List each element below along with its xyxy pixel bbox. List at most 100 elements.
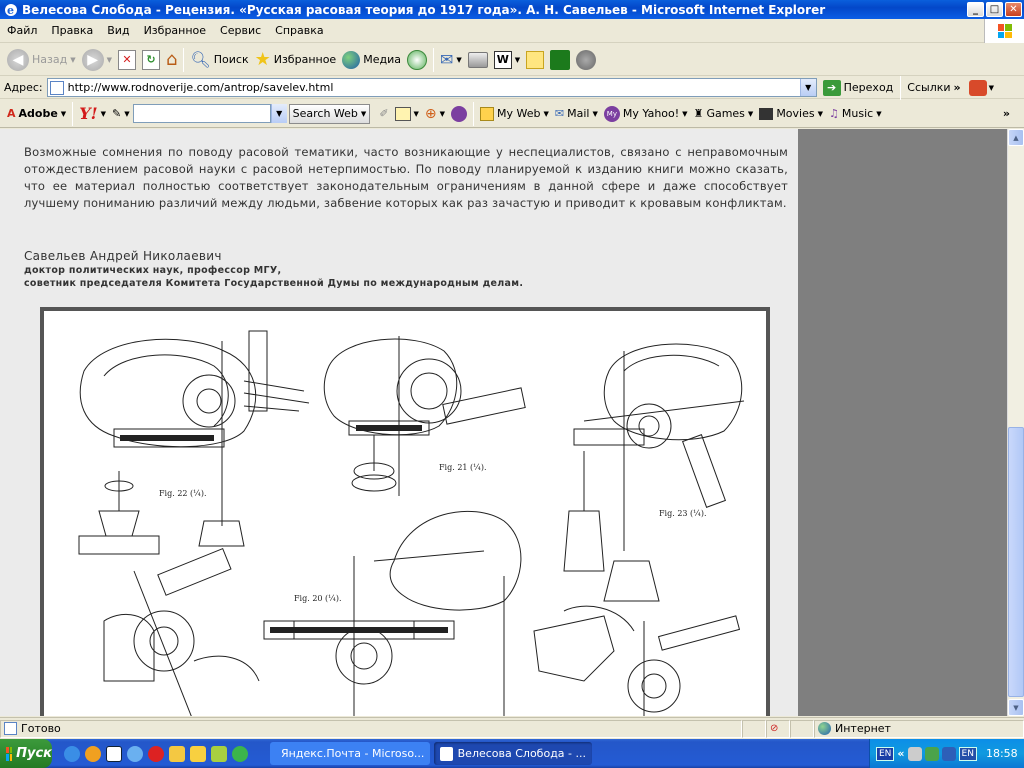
back-button[interactable]: ◀ Назад ▼: [4, 46, 79, 74]
media-player-icon[interactable]: [85, 745, 101, 762]
links-button[interactable]: Ссылки: [904, 81, 953, 94]
windows-logo-icon: [984, 19, 1024, 43]
menu-view[interactable]: Вид: [100, 24, 136, 37]
mail-button[interactable]: ✉ ▼: [437, 46, 465, 74]
refresh-icon: ↻: [142, 49, 160, 70]
article-page: Возможные сомнения по поводу расовой тем…: [0, 129, 798, 716]
tools-icon[interactable]: [190, 745, 206, 762]
stop-button[interactable]: ✕: [115, 46, 139, 74]
history-icon: [406, 49, 427, 70]
toolbar-more-chevron-icon[interactable]: »: [1003, 107, 1010, 120]
zone-text: Интернет: [835, 722, 891, 735]
ie-logo-icon: e: [5, 3, 17, 17]
yahoo-search-dropdown-icon[interactable]: ▼: [270, 104, 287, 123]
internet-globe-icon: [818, 722, 831, 735]
window-title: Велесова Слобода - Рецензия. «Русская ра…: [22, 2, 826, 17]
messenger-button[interactable]: [573, 46, 599, 74]
messenger-icon: [576, 49, 597, 70]
popup-blocked-icon[interactable]: ⊘: [766, 719, 790, 738]
forward-button[interactable]: ▶ ▼: [79, 46, 115, 74]
security-tray-icon[interactable]: [924, 746, 939, 761]
language-indicator[interactable]: EN: [876, 746, 895, 761]
svg-text:e: e: [7, 4, 14, 17]
note-icon: [526, 50, 545, 69]
go-button[interactable]: ➔ Переход: [822, 79, 898, 96]
home-button[interactable]: ⌂: [163, 46, 180, 74]
page-done-icon: [4, 722, 17, 735]
menu-favorites[interactable]: Избранное: [137, 24, 213, 37]
network-tray-icon[interactable]: [907, 746, 922, 761]
my-web-icon: [480, 106, 495, 121]
favorites-button[interactable]: ★ Избранное: [252, 46, 340, 74]
history-button[interactable]: [404, 46, 430, 74]
stop-icon: ✕: [118, 49, 136, 70]
craniometer-illustration: Fig. 22 (¼). Fig. 21 (¼). Fig. 23 (¼). F…: [40, 307, 770, 716]
my-web-button[interactable]: My Web ▼: [477, 100, 552, 128]
music-button[interactable]: ♫ Music ▼: [826, 100, 885, 128]
toolbar-extra-icon[interactable]: [968, 79, 987, 96]
title-bar[interactable]: e Велесова Слобода - Рецензия. «Русская …: [0, 0, 1024, 19]
network-icon[interactable]: [232, 745, 248, 762]
task-yandex-mail[interactable]: Яндекс.Почта - Microso...: [270, 742, 430, 765]
notes-button[interactable]: [523, 46, 547, 74]
adobe-button[interactable]: A Adobe ▼: [4, 100, 69, 128]
web-content: Возможные сомнения по поводу расовой тем…: [0, 129, 1007, 716]
edit-button[interactable]: W ▼: [491, 46, 523, 74]
menu-help[interactable]: Справка: [268, 24, 330, 37]
mail-link[interactable]: ✉ Mail ▼: [552, 100, 601, 128]
scroll-down-icon[interactable]: ▼: [1008, 699, 1024, 716]
movies-button[interactable]: Movies ▼: [756, 100, 826, 128]
word-quicklaunch-icon[interactable]: [106, 745, 122, 762]
star-icon: ★: [254, 49, 271, 70]
menu-bar: Файл Правка Вид Избранное Сервис Справка: [0, 19, 1024, 43]
search-web-button[interactable]: Search Web ▼: [288, 103, 371, 124]
keyboard-layout-indicator[interactable]: EN: [958, 746, 977, 761]
my-yahoo-button[interactable]: My My Yahoo! ▼: [601, 100, 691, 128]
address-url: http://www.rodnoverije.com/antrop/savele…: [67, 81, 334, 94]
yahoo-toolbar: A Adobe ▼ Y! ▼ ✎ ▼ ▼ Search Web ▼ ✐ ▼ ⊕ ▼ …: [0, 100, 1024, 128]
yahoo-search-input[interactable]: [132, 104, 271, 123]
minimize-button[interactable]: _: [967, 2, 984, 17]
yahoo-button[interactable]: Y! ▼: [76, 100, 109, 128]
headset-icon: [451, 105, 468, 122]
opera-icon[interactable]: [148, 745, 164, 762]
games-button[interactable]: ♜ Games ▼: [691, 100, 757, 128]
menu-file[interactable]: Файл: [0, 24, 44, 37]
search-button[interactable]: 🔍︎ Поиск: [187, 46, 251, 74]
globe-quicklaunch-icon[interactable]: [127, 745, 143, 762]
popup-blocker-button[interactable]: ▼: [392, 100, 422, 128]
scroll-thumb[interactable]: [1008, 427, 1024, 697]
tray-expand-icon[interactable]: «: [897, 747, 904, 760]
antivirus-tray-icon[interactable]: [941, 746, 956, 761]
address-dropdown-icon[interactable]: ▼: [799, 79, 816, 96]
eraser-button[interactable]: ✐: [376, 100, 391, 128]
task-velesova[interactable]: Велесова Слобода - ...: [434, 742, 592, 765]
maximize-button[interactable]: □: [986, 2, 1003, 17]
figure-caption-22: Fig. 22 (¼).: [159, 489, 207, 498]
close-button[interactable]: ✕: [1005, 2, 1022, 17]
icq-button[interactable]: [547, 46, 573, 74]
print-button[interactable]: [465, 46, 491, 74]
address-input[interactable]: http://www.rodnoverije.com/antrop/savele…: [46, 78, 817, 97]
back-dropdown-icon: ▼: [70, 55, 76, 64]
highlight-button[interactable]: ✎ ▼: [109, 100, 133, 128]
vertical-scrollbar[interactable]: ▲ ▼: [1007, 129, 1024, 716]
clock[interactable]: 18:58: [986, 747, 1018, 760]
media-button[interactable]: Медиа: [339, 46, 404, 74]
folder-icon[interactable]: [169, 745, 185, 762]
forward-dropdown-icon: ▼: [106, 55, 112, 64]
scroll-up-icon[interactable]: ▲: [1008, 129, 1024, 146]
author-name: Савельев Андрей Николаевич: [24, 249, 222, 263]
ie-quicklaunch-icon[interactable]: [64, 745, 80, 762]
chevron-right-icon[interactable]: »: [954, 81, 961, 94]
start-button[interactable]: Пуск: [0, 739, 52, 768]
antispy-button[interactable]: ⊕ ▼: [422, 100, 448, 128]
messenger-yahoo-button[interactable]: [448, 100, 470, 128]
article-paragraph: Возможные сомнения по поводу расовой тем…: [24, 145, 788, 210]
quick-launch: [64, 745, 248, 762]
puzzle-icon[interactable]: [211, 745, 227, 762]
menu-tools[interactable]: Сервис: [213, 24, 268, 37]
window-icon: [394, 106, 411, 121]
menu-edit[interactable]: Правка: [44, 24, 100, 37]
refresh-button[interactable]: ↻: [139, 46, 163, 74]
